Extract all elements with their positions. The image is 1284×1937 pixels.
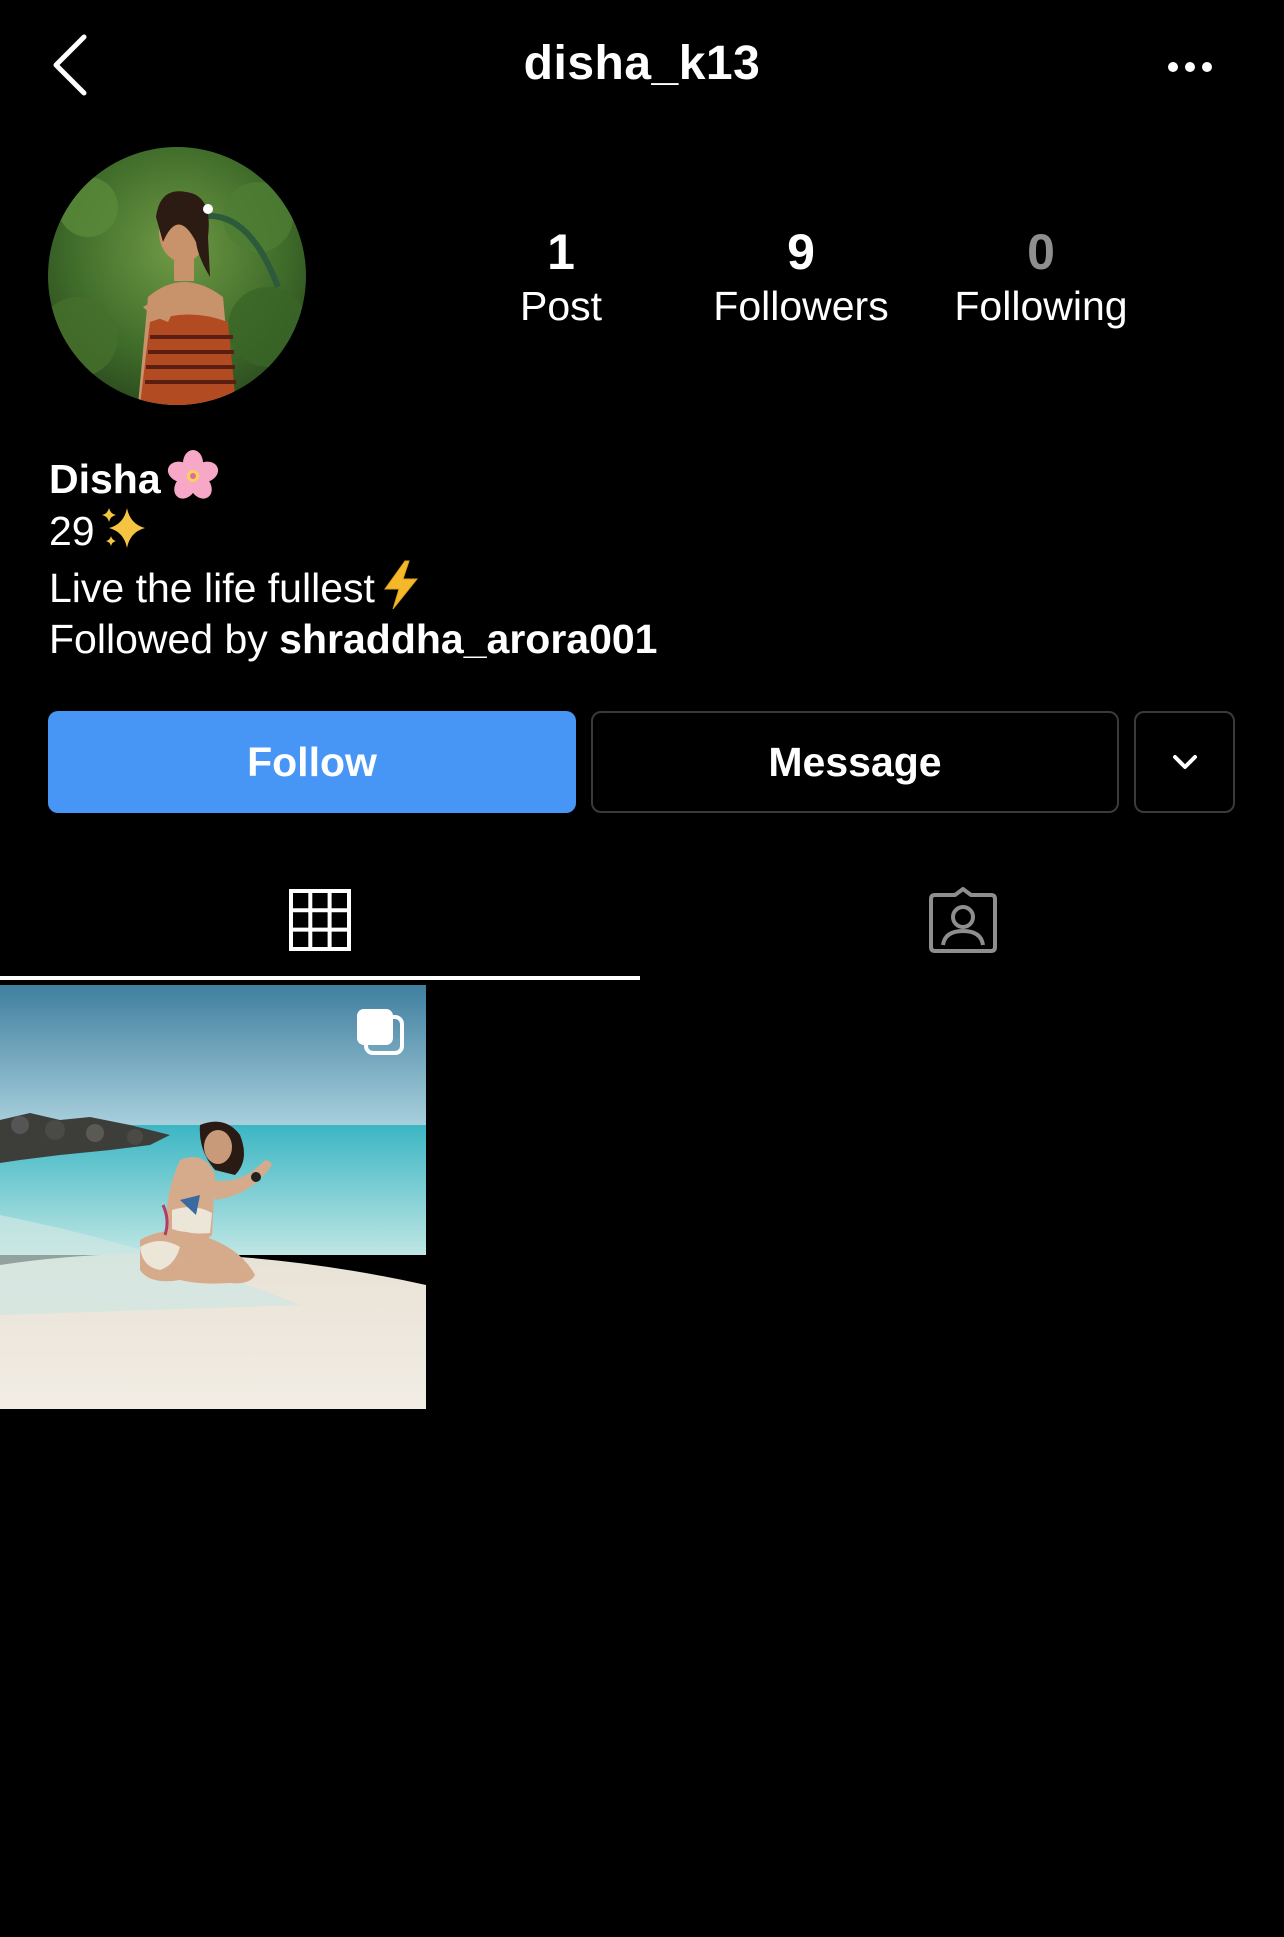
follow-button-label: Follow — [247, 738, 377, 785]
top-bar: disha_k13 — [0, 0, 1284, 140]
post-thumbnail[interactable] — [0, 985, 426, 1409]
followed-by-prefix: Followed by — [49, 616, 280, 662]
following-count-value: 0 — [1027, 224, 1055, 280]
posts-count-value: 1 — [547, 224, 575, 280]
following-count[interactable]: 0 Following — [921, 222, 1161, 330]
profile-screen: disha_k13 1 Post 9 Followers 0 Following… — [0, 0, 1284, 1937]
posts-count[interactable]: 1 Post — [441, 222, 681, 330]
grid-icon — [289, 889, 351, 951]
followed-by[interactable]: Followed by shraddha_arora001 — [49, 613, 657, 665]
active-tab-indicator — [0, 976, 640, 980]
message-button[interactable]: Message — [591, 711, 1119, 813]
more-options-button[interactable] — [1150, 45, 1230, 89]
followers-count[interactable]: 9 Followers — [681, 222, 921, 330]
message-button-label: Message — [768, 738, 942, 785]
chevron-down-icon — [1172, 755, 1197, 769]
tagged-person-icon — [929, 887, 997, 953]
followed-by-user[interactable]: shraddha_arora001 — [279, 616, 657, 662]
more-horizontal-icon — [1168, 62, 1212, 72]
posts-count-label: Post — [519, 283, 603, 329]
age-text: 29 — [49, 507, 95, 554]
sparkles-icon — [99, 504, 151, 564]
tab-posts-grid[interactable] — [0, 860, 640, 980]
followers-count-value: 9 — [787, 224, 815, 280]
profile-username: disha_k13 — [523, 37, 761, 90]
cherry-blossom-icon — [165, 448, 221, 516]
bio-text-content: Live the life fullest — [49, 564, 375, 611]
followers-count-label: Followers — [713, 283, 889, 329]
bio-age: 29 — [49, 504, 151, 564]
profile-avatar[interactable] — [48, 147, 306, 405]
avatar-photo — [48, 147, 306, 405]
follow-button[interactable]: Follow — [48, 711, 576, 813]
display-name-text: Disha — [49, 455, 161, 502]
following-count-label: Following — [954, 283, 1128, 329]
multiple-images-icon — [354, 1007, 406, 1062]
suggested-accounts-button[interactable] — [1134, 711, 1235, 813]
tab-tagged[interactable] — [642, 860, 1284, 980]
